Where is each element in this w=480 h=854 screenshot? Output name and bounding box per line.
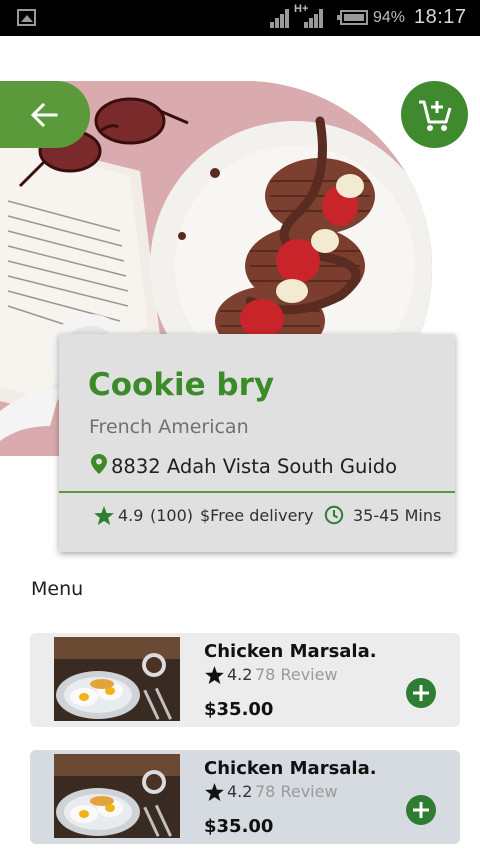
delivery-time: 35-45 Mins xyxy=(353,506,442,525)
battery-percent: 94% xyxy=(373,9,406,26)
star-icon xyxy=(94,506,114,525)
cart-add-icon xyxy=(419,100,452,131)
delivery-fee: $Free delivery xyxy=(200,506,314,525)
item-price: $35.00 xyxy=(204,816,274,837)
cart-add-button[interactable] xyxy=(401,81,468,148)
clock-time: 18:17 xyxy=(414,6,467,28)
food-thumbnail xyxy=(54,754,180,838)
item-rating: 4.2 xyxy=(227,782,253,801)
star-icon xyxy=(205,783,224,801)
card-divider xyxy=(59,491,455,493)
clock-icon xyxy=(324,505,344,525)
restaurant-rating: 4.9 xyxy=(118,506,144,525)
item-name: Chicken Marsala. xyxy=(204,758,377,779)
menu-heading: Menu xyxy=(31,578,84,600)
add-to-cart-icon[interactable] xyxy=(406,678,436,708)
arrow-left-icon xyxy=(30,102,58,128)
menu-item[interactable]: Chicken Marsala. 4.2 78 Review $35.00 xyxy=(30,750,460,844)
item-reviews: 78 Review xyxy=(255,782,338,801)
restaurant-name: Cookie bry xyxy=(88,367,275,403)
restaurant-cuisine: French American xyxy=(89,416,249,438)
battery-icon xyxy=(337,10,368,25)
item-reviews: 78 Review xyxy=(255,665,338,684)
item-rating: 4.2 xyxy=(227,665,253,684)
food-thumbnail xyxy=(54,637,180,721)
restaurant-review-count: (100) xyxy=(150,506,194,525)
gallery-icon xyxy=(17,9,36,26)
back-button[interactable] xyxy=(0,81,90,148)
status-bar: H+ 94% 18:17 xyxy=(0,0,480,36)
item-name: Chicken Marsala. xyxy=(204,641,377,662)
pin-icon xyxy=(91,454,107,474)
restaurant-address: 8832 Adah Vista South Guido xyxy=(111,455,398,478)
signal-icon-2 xyxy=(304,8,326,28)
add-to-cart-icon[interactable] xyxy=(406,795,436,825)
menu-item[interactable]: Chicken Marsala. 4.2 78 Review $35.00 xyxy=(30,633,460,727)
restaurant-info-card: Cookie bry French American 8832 Adah Vis… xyxy=(59,334,455,552)
signal-icon xyxy=(270,8,292,28)
item-price: $35.00 xyxy=(204,699,274,720)
star-icon xyxy=(205,666,224,684)
